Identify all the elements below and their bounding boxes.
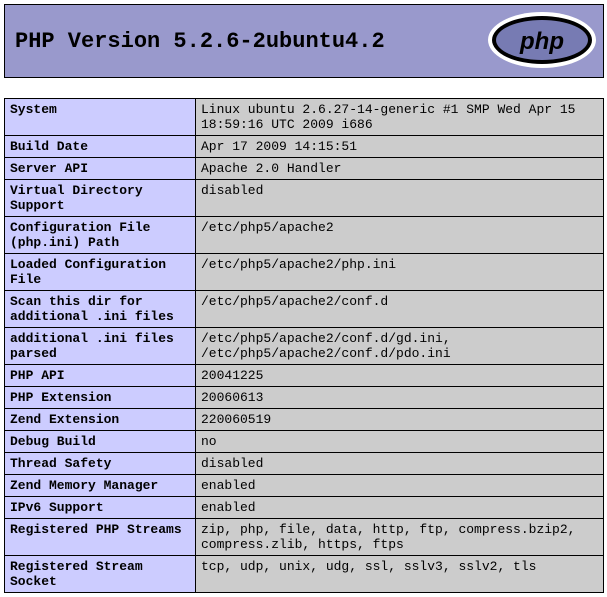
- table-row: SystemLinux ubuntu 2.6.27-14-generic #1 …: [5, 99, 604, 136]
- info-value: /etc/php5/apache2/conf.d: [196, 291, 604, 328]
- info-key: Loaded Configuration File: [5, 254, 196, 291]
- php-logo-icon: php: [487, 11, 597, 74]
- table-row: Configuration File (php.ini) Path/etc/ph…: [5, 217, 604, 254]
- info-key: Server API: [5, 158, 196, 180]
- info-value: Apr 17 2009 14:15:51: [196, 136, 604, 158]
- info-key: Zend Memory Manager: [5, 475, 196, 497]
- table-row: Registered Stream Sockettcp, udp, unix, …: [5, 556, 604, 593]
- info-key: Scan this dir for additional .ini files: [5, 291, 196, 328]
- info-key: Debug Build: [5, 431, 196, 453]
- info-table: SystemLinux ubuntu 2.6.27-14-generic #1 …: [4, 98, 604, 593]
- info-value: /etc/php5/apache2/conf.d/gd.ini, /etc/ph…: [196, 328, 604, 365]
- table-row: additional .ini files parsed/etc/php5/ap…: [5, 328, 604, 365]
- table-row: Zend Extension220060519: [5, 409, 604, 431]
- table-row: IPv6 Supportenabled: [5, 497, 604, 519]
- info-key: System: [5, 99, 196, 136]
- table-row: Registered PHP Streamszip, php, file, da…: [5, 519, 604, 556]
- info-key: Configuration File (php.ini) Path: [5, 217, 196, 254]
- info-key: additional .ini files parsed: [5, 328, 196, 365]
- info-value: enabled: [196, 497, 604, 519]
- table-row: Loaded Configuration File/etc/php5/apach…: [5, 254, 604, 291]
- info-value: Linux ubuntu 2.6.27-14-generic #1 SMP We…: [196, 99, 604, 136]
- table-row: Thread Safetydisabled: [5, 453, 604, 475]
- svg-text:php: php: [519, 28, 564, 55]
- info-value: 20041225: [196, 365, 604, 387]
- info-value: enabled: [196, 475, 604, 497]
- info-value: zip, php, file, data, http, ftp, compres…: [196, 519, 604, 556]
- info-key: IPv6 Support: [5, 497, 196, 519]
- table-row: PHP API20041225: [5, 365, 604, 387]
- table-row: PHP Extension20060613: [5, 387, 604, 409]
- info-value: /etc/php5/apache2/php.ini: [196, 254, 604, 291]
- info-key: Build Date: [5, 136, 196, 158]
- table-row: Server APIApache 2.0 Handler: [5, 158, 604, 180]
- info-key: Registered Stream Socket: [5, 556, 196, 593]
- info-value: tcp, udp, unix, udg, ssl, sslv3, sslv2, …: [196, 556, 604, 593]
- info-key: PHP Extension: [5, 387, 196, 409]
- info-key: Virtual Directory Support: [5, 180, 196, 217]
- info-value: /etc/php5/apache2: [196, 217, 604, 254]
- info-key: Thread Safety: [5, 453, 196, 475]
- info-value: disabled: [196, 180, 604, 217]
- table-row: Debug Buildno: [5, 431, 604, 453]
- info-key: Zend Extension: [5, 409, 196, 431]
- info-value: no: [196, 431, 604, 453]
- table-row: Virtual Directory Supportdisabled: [5, 180, 604, 217]
- info-key: PHP API: [5, 365, 196, 387]
- table-row: Build DateApr 17 2009 14:15:51: [5, 136, 604, 158]
- info-key: Registered PHP Streams: [5, 519, 196, 556]
- table-row: Scan this dir for additional .ini files/…: [5, 291, 604, 328]
- info-value: 220060519: [196, 409, 604, 431]
- info-value: Apache 2.0 Handler: [196, 158, 604, 180]
- info-value: 20060613: [196, 387, 604, 409]
- table-row: Zend Memory Managerenabled: [5, 475, 604, 497]
- header-table: PHP Version 5.2.6-2ubuntu4.2 php: [4, 4, 604, 78]
- info-value: disabled: [196, 453, 604, 475]
